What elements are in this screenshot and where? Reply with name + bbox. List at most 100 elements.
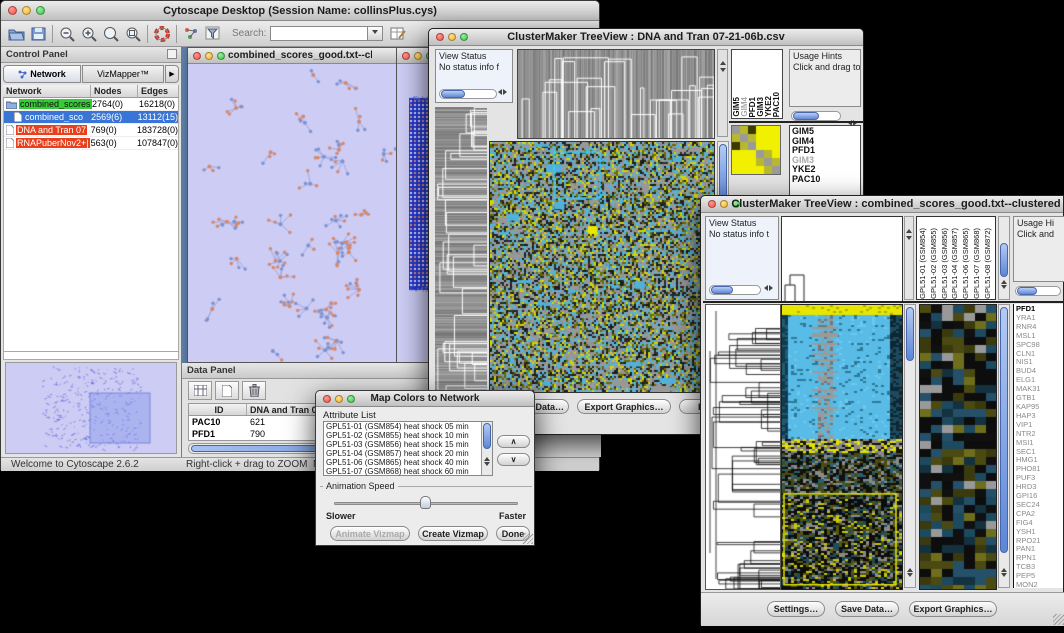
move-down-button[interactable]: ∨ [497, 453, 530, 466]
tv2-dendro-scroll-strip[interactable] [904, 216, 914, 300]
minimize-button[interactable] [448, 33, 456, 41]
scroll-right-icon[interactable] [503, 87, 510, 98]
scroll-down-icon[interactable] [906, 230, 912, 248]
help-lifesaver-icon[interactable] [151, 24, 173, 44]
attribute-item[interactable]: GPL51-06 (GSM865) heat shock 40 min [326, 459, 478, 468]
scroll-right-icon[interactable] [769, 283, 776, 294]
attribute-item[interactable]: GPL51-01 (GSM854) heat shock 05 min [326, 423, 478, 432]
tv2-zoomed-heatmap[interactable] [919, 304, 997, 590]
scroll-left-icon[interactable] [495, 87, 502, 98]
speed-slider-thumb[interactable] [420, 496, 431, 509]
scroll-down-icon[interactable] [720, 62, 726, 80]
close-button[interactable] [323, 395, 331, 403]
zoom-selected-icon[interactable] [122, 24, 144, 44]
tv2-row-dendrogram[interactable] [705, 304, 781, 590]
tv2-labels-scrollbar[interactable] [998, 216, 1010, 300]
minimize-button[interactable] [720, 200, 728, 208]
zoom-out-icon[interactable] [56, 24, 78, 44]
delete-attribute-button[interactable] [242, 381, 266, 400]
dialog-titlebar[interactable]: Map Colors to Network [316, 391, 534, 407]
attribute-item[interactable]: GPL51-02 (GSM855) heat shock 10 min [326, 432, 478, 441]
close-button[interactable] [193, 52, 201, 60]
tv1-dendro-scroll-strip[interactable] [717, 49, 728, 137]
search-dropdown-button[interactable] [368, 26, 383, 41]
tv2-gene-scrollbar[interactable] [998, 304, 1010, 588]
panel-divider-handle[interactable] [3, 352, 179, 360]
treeview1-titlebar[interactable]: ClusterMaker TreeView : DNA and Tran 07-… [429, 29, 863, 46]
float-panel-icon[interactable] [167, 49, 177, 59]
filter-icon[interactable] [202, 24, 224, 44]
network-overview-canvas[interactable] [6, 363, 176, 453]
resize-grip[interactable] [1053, 614, 1064, 625]
gene-label[interactable]: MON2 [1016, 581, 1063, 588]
tv2-heatmap-scrollbar[interactable] [904, 304, 916, 588]
close-button[interactable] [436, 33, 444, 41]
select-attributes-button[interactable] [188, 381, 212, 400]
export-graphics-button[interactable]: Export Graphics… [909, 601, 997, 617]
new-attribute-button[interactable] [215, 381, 239, 400]
search-input[interactable] [270, 26, 368, 41]
resize-grip[interactable] [522, 533, 533, 544]
attribute-browser-icon[interactable] [387, 24, 409, 44]
zoom-button[interactable] [217, 52, 225, 60]
open-session-button[interactable] [5, 24, 27, 44]
scrollbar-thumb[interactable] [719, 144, 727, 202]
zoom-button[interactable] [460, 33, 468, 41]
scroll-down-icon[interactable] [907, 567, 913, 585]
tv1-column-dendrogram[interactable] [517, 49, 715, 139]
network-table-header[interactable]: Network Nodes Edges [3, 85, 179, 98]
attribute-item[interactable]: GPL51-07 (GSM868) heat shock 60 min [326, 468, 478, 477]
close-button[interactable] [8, 6, 17, 15]
table-row[interactable]: combined_sco 2569(6) 13112(15) [4, 111, 178, 124]
minimize-button[interactable] [414, 52, 422, 60]
listbox-scrollbar[interactable] [481, 422, 492, 475]
tv2-gene-list[interactable]: PFD1YRA1RNR4MSL1SPC98CLN1NIS1BUD4ELG1MAK… [1013, 304, 1063, 588]
animate-vizmap-button[interactable]: Animate Vizmap [330, 526, 410, 541]
tv1-heatmap[interactable] [489, 141, 715, 393]
network-view-canvas[interactable] [188, 64, 412, 362]
column-header-edges[interactable]: Edges [138, 85, 179, 97]
minimize-button[interactable] [205, 52, 213, 60]
scroll-down-icon[interactable] [484, 456, 490, 474]
attribute-item[interactable]: GPL51-03 (GSM856) heat shock 15 min [326, 441, 478, 450]
table-row[interactable]: RNAPuberNov2+| 563(0) 107847(0) [4, 137, 178, 150]
view-status-scrollbar[interactable] [439, 89, 497, 99]
close-button[interactable] [708, 200, 716, 208]
tv2-hints-scrollbar[interactable] [1015, 286, 1061, 296]
minimize-button[interactable] [22, 6, 31, 15]
tv1-correlation-matrix[interactable] [731, 125, 781, 175]
tv1-row-dendrogram[interactable] [435, 107, 487, 391]
gene-label[interactable]: PAC10 [792, 175, 858, 185]
network-view-titlebar[interactable]: combined_scores_good.txt--cluste… [188, 48, 412, 64]
zoom-fit-icon[interactable] [100, 24, 122, 44]
tab-vizmapper[interactable]: VizMapper™ [82, 65, 164, 83]
view-status-scrollbar[interactable] [709, 285, 761, 295]
attribute-listbox[interactable]: GPL51-01 (GSM854) heat shock 05 minGPL51… [323, 421, 493, 476]
table-row[interactable]: combined_scores 2764(0) 16218(0) [4, 98, 178, 111]
column-header-network[interactable]: Network [3, 85, 91, 97]
scrollbar-thumb[interactable] [483, 423, 491, 449]
tv2-heatmap[interactable] [781, 304, 903, 590]
zoom-in-icon[interactable] [78, 24, 100, 44]
tv2-column-dendrogram[interactable] [781, 216, 903, 302]
network-icon[interactable] [180, 24, 202, 44]
scroll-left-icon[interactable] [761, 283, 768, 294]
close-button[interactable] [402, 52, 410, 60]
tv1-hints-scrollbar[interactable] [791, 111, 841, 121]
scrollbar-thumb[interactable] [906, 307, 914, 361]
scrollbar-thumb[interactable] [1000, 307, 1008, 553]
save-session-button[interactable] [27, 24, 49, 44]
network-overview-panel[interactable] [5, 362, 177, 454]
minimize-button[interactable] [335, 395, 343, 403]
tab-overflow-button[interactable]: ▶ [165, 65, 179, 83]
column-header-nodes[interactable]: Nodes [91, 85, 138, 97]
column-header-id[interactable]: ID [189, 404, 247, 415]
move-up-button[interactable]: ∧ [497, 435, 530, 448]
save-data-button[interactable]: Save Data… [835, 601, 899, 617]
scroll-down-icon[interactable] [1001, 279, 1007, 297]
tab-network[interactable]: Network [3, 65, 81, 83]
settings-button[interactable]: Settings… [767, 601, 825, 617]
scroll-down-icon[interactable] [1001, 567, 1007, 585]
zoom-button[interactable] [347, 395, 355, 403]
attribute-item[interactable]: GPL51-04 (GSM857) heat shock 20 min [326, 450, 478, 459]
